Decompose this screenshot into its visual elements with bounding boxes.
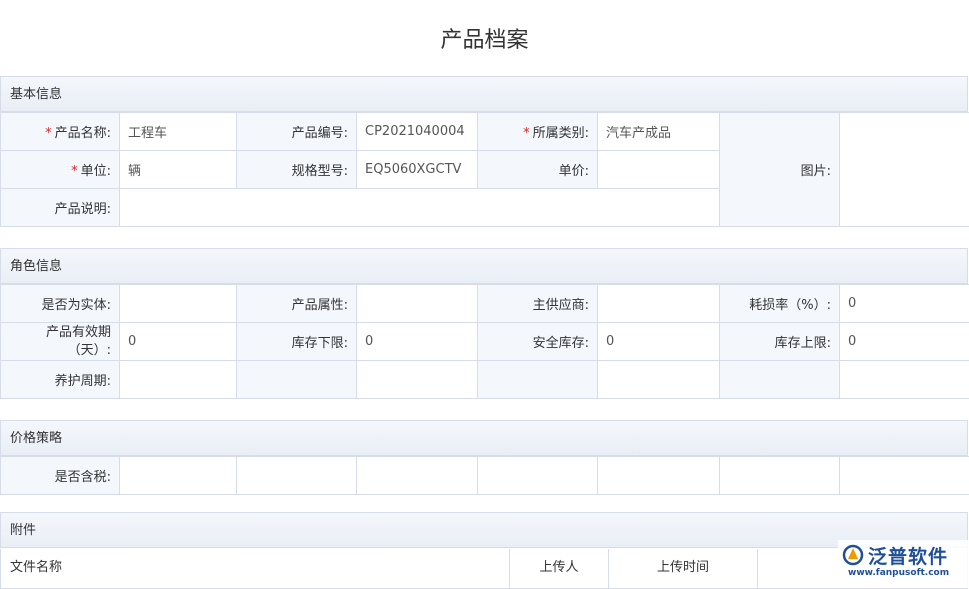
- stock-max-value[interactable]: 0: [840, 323, 969, 361]
- unit-value[interactable]: 辆: [120, 151, 237, 189]
- product-name-label: *产品名称:: [1, 113, 120, 151]
- price-label: 单价:: [478, 151, 598, 189]
- empty-cell: [598, 361, 720, 399]
- page-title: 产品档案: [0, 22, 969, 54]
- safety-stock-label: 安全库存:: [478, 323, 598, 361]
- basic-info-table: *产品名称: 工程车 产品编号: CP2021040004 *所属类别: 汽车产…: [0, 112, 969, 227]
- price-table: 是否含税:: [0, 456, 969, 495]
- section-attachment-header: 附件: [0, 512, 968, 548]
- maintain-label: 养护周期:: [1, 361, 120, 399]
- logo-url: www.fanpusoft.com: [848, 568, 949, 578]
- empty-cell: [598, 457, 720, 495]
- empty-cell: [357, 457, 478, 495]
- empty-cell: [720, 457, 840, 495]
- brand-logo: 泛普软件 www.fanpusoft.com: [838, 540, 969, 588]
- logo-brand: 泛普软件: [868, 542, 948, 569]
- category-label: *所属类别:: [478, 113, 598, 151]
- price-value[interactable]: [598, 151, 720, 189]
- stock-min-label: 库存下限:: [237, 323, 357, 361]
- spec-label: 规格型号:: [237, 151, 357, 189]
- safety-stock-value[interactable]: 0: [598, 323, 720, 361]
- col-uploader: 上传人: [509, 549, 609, 589]
- desc-label: 产品说明:: [1, 189, 120, 227]
- section-basic-header: 基本信息: [0, 76, 968, 112]
- empty-cell: [237, 457, 357, 495]
- tax-value[interactable]: [120, 457, 237, 495]
- empty-cell: [237, 361, 357, 399]
- entity-label: 是否为实体:: [1, 285, 120, 323]
- product-code-value[interactable]: CP2021040004: [357, 113, 478, 151]
- section-price-header: 价格策略: [0, 420, 968, 456]
- stock-min-value[interactable]: 0: [357, 323, 478, 361]
- desc-value[interactable]: [120, 189, 720, 227]
- product-code-label: 产品编号:: [237, 113, 357, 151]
- validity-label: 产品有效期（天）:: [1, 323, 120, 361]
- tax-label: 是否含税:: [1, 457, 120, 495]
- category-value[interactable]: 汽车产成品: [598, 113, 720, 151]
- attr-value[interactable]: [357, 285, 478, 323]
- loss-value[interactable]: 0: [840, 285, 969, 323]
- image-label: 图片:: [720, 113, 840, 227]
- role-info-table: 是否为实体: 产品属性: 主供应商: 耗损率（%）: 0 产品有效期（天）: 0…: [0, 284, 969, 399]
- spec-value[interactable]: EQ5060XGCTV: [357, 151, 478, 189]
- empty-cell: [478, 457, 598, 495]
- empty-cell: [840, 457, 969, 495]
- empty-cell: [478, 361, 598, 399]
- entity-value[interactable]: [120, 285, 237, 323]
- logo-icon: [842, 544, 864, 566]
- supplier-value[interactable]: [598, 285, 720, 323]
- unit-label: *单位:: [1, 151, 120, 189]
- empty-cell: [720, 361, 840, 399]
- col-upload-time: 上传时间: [608, 549, 758, 589]
- image-field[interactable]: [840, 113, 969, 227]
- section-role-header: 角色信息: [0, 248, 968, 284]
- stock-max-label: 库存上限:: [720, 323, 840, 361]
- attr-label: 产品属性:: [237, 285, 357, 323]
- empty-cell: [357, 361, 478, 399]
- maintain-value[interactable]: [120, 361, 237, 399]
- col-file-name: 文件名称: [0, 549, 510, 589]
- attachment-header-row: 文件名称 上传人 上传时间: [0, 549, 968, 589]
- empty-cell: [840, 361, 969, 399]
- supplier-label: 主供应商:: [478, 285, 598, 323]
- validity-value[interactable]: 0: [120, 323, 237, 361]
- loss-label: 耗损率（%）:: [720, 285, 840, 323]
- product-name-value[interactable]: 工程车: [120, 113, 237, 151]
